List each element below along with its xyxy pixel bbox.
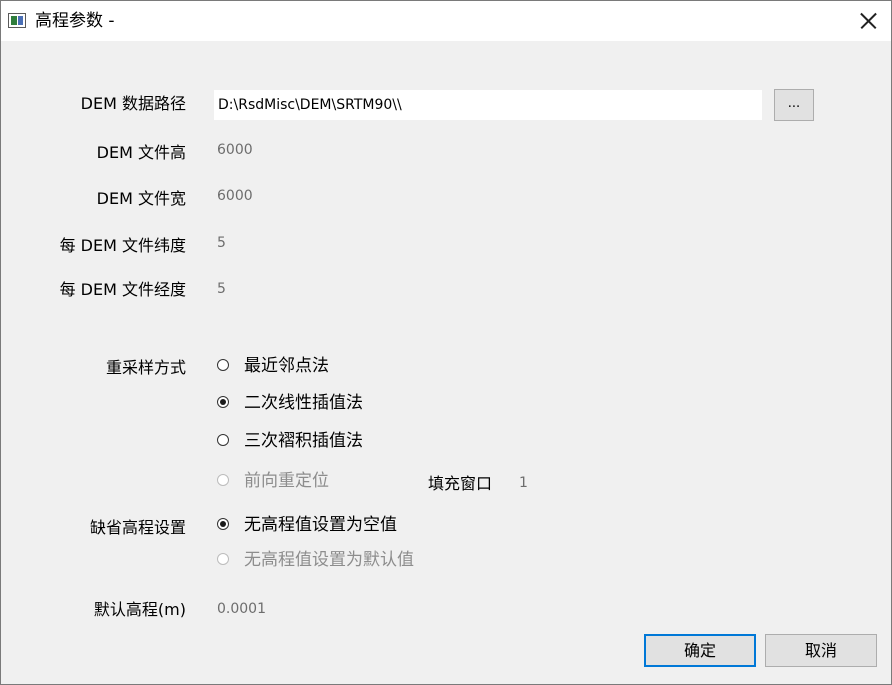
radio-label: 三次褶积插值法 — [244, 431, 363, 451]
radio-circle — [217, 474, 229, 486]
elevation-params-dialog: 高程参数 - DEM 数据路径 ... DEM 文件高 6000 DEM 文件宽… — [0, 0, 892, 685]
missing-elevation-label: 缺省高程设置 — [89, 518, 186, 537]
dem-height-label: DEM 文件高 — [96, 143, 186, 162]
radio-label: 无高程值设置为空值 — [244, 515, 397, 535]
radio-label: 无高程值设置为默认值 — [244, 550, 414, 570]
dialog-title: 高程参数 - — [35, 11, 115, 31]
app-window-icon — [8, 13, 26, 28]
dem-width-value: 6000 — [217, 188, 253, 204]
fill-window-value: 1 — [519, 475, 528, 491]
fill-window-label: 填充窗口 — [428, 474, 493, 493]
dem-path-label: DEM 数据路径 — [80, 94, 186, 113]
radio-circle-checked — [217, 396, 229, 408]
dem-lat-value: 5 — [217, 235, 226, 251]
radio-label: 最近邻点法 — [244, 356, 329, 376]
dem-lat-label: 每 DEM 文件纬度 — [59, 236, 186, 255]
dem-height-value: 6000 — [217, 142, 253, 158]
title-bar: 高程参数 - — [1, 1, 891, 41]
dem-path-input[interactable] — [214, 90, 762, 120]
default-elevation-label: 默认高程(m) — [93, 600, 186, 619]
radio-label: 前向重定位 — [244, 471, 329, 491]
default-elevation-value: 0.0001 — [217, 601, 266, 617]
radio-circle — [217, 359, 229, 371]
cancel-button[interactable]: 取消 — [765, 634, 877, 667]
browse-button[interactable]: ... — [774, 89, 814, 121]
ok-button[interactable]: 确定 — [644, 634, 756, 667]
dem-lon-value: 5 — [217, 281, 226, 297]
radio-circle — [217, 434, 229, 446]
dem-width-label: DEM 文件宽 — [96, 189, 186, 208]
dem-lon-label: 每 DEM 文件经度 — [59, 280, 186, 299]
close-button[interactable] — [847, 1, 891, 41]
radio-circle-checked — [217, 518, 229, 530]
radio-label: 二次线性插值法 — [244, 393, 363, 413]
radio-circle — [217, 553, 229, 565]
resample-label: 重采样方式 — [105, 358, 186, 377]
